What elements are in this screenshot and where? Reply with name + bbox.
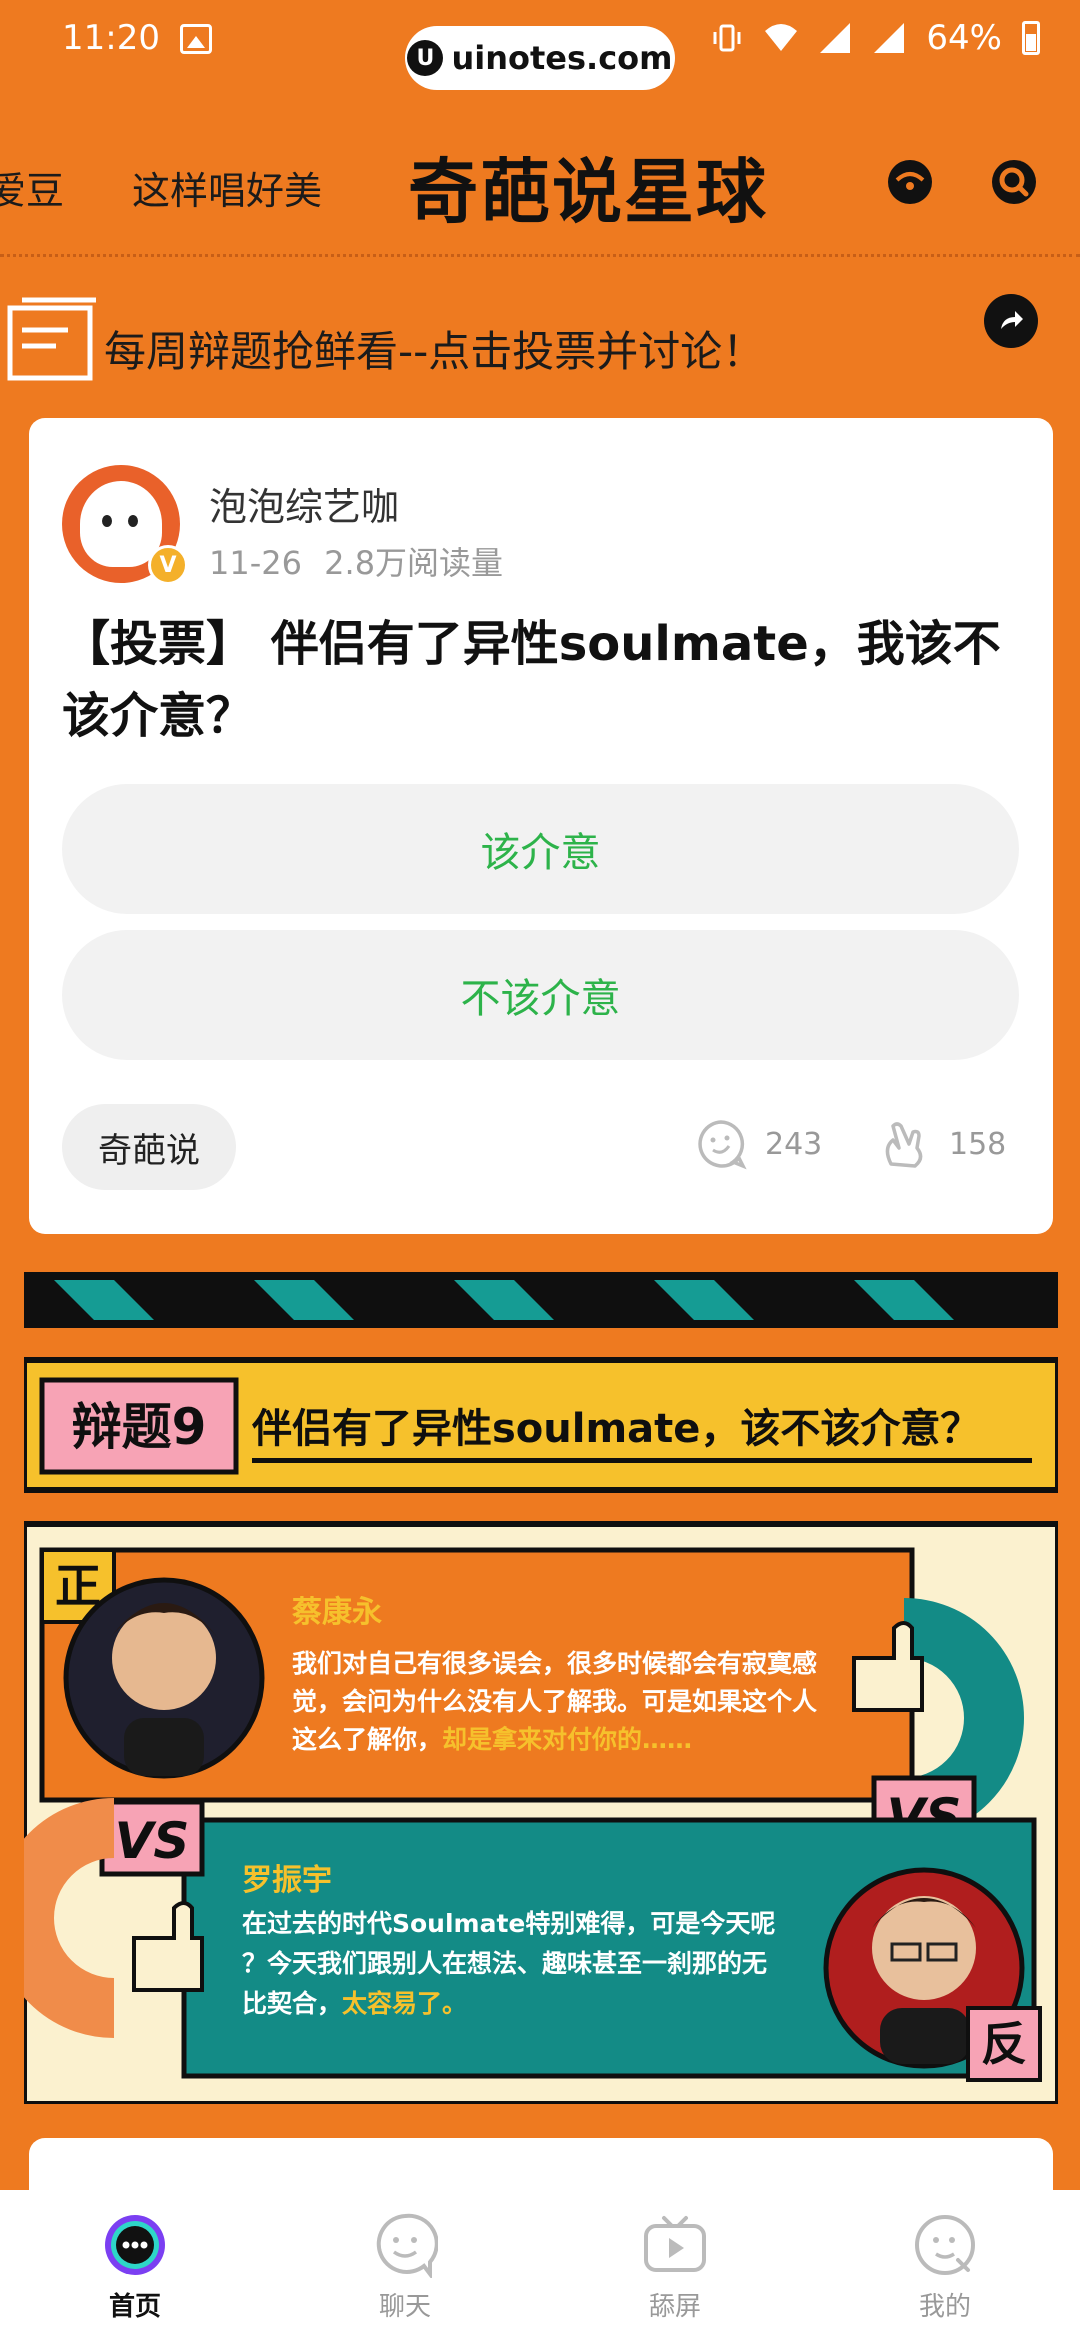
- chat-ghost-icon: [376, 2213, 438, 2278]
- avatar[interactable]: V: [62, 465, 188, 585]
- nav-label: 我的: [918, 2292, 971, 2322]
- nav-profile[interactable]: 我的: [810, 2190, 1080, 2340]
- notice-text: 每周辩题抢鲜看--点击投票并讨论！: [104, 327, 765, 376]
- comment-stat[interactable]: 243: [695, 1118, 822, 1170]
- con-quote-highlight: 太容易了。: [342, 1989, 467, 2018]
- svg-text:比契合，太容易了。: 比契合，太容易了。: [242, 1989, 467, 2018]
- verified-badge-icon: V: [148, 545, 188, 585]
- post-card[interactable]: V 泡泡综艺咖 11-26 2.8万阅读量 【投票】 伴侣有了异性soulmat…: [29, 418, 1053, 1234]
- url-text: uinotes.com: [451, 39, 673, 77]
- status-bar: 11:20 U uinotes.com 64%: [0, 0, 1080, 90]
- post-title[interactable]: 【投票】 伴侣有了异性soulmate，我该不该介意？: [62, 608, 1022, 752]
- battery-icon: [1022, 21, 1040, 55]
- document-icon: [7, 297, 96, 381]
- top-header: 爱豆 这样唱好美 奇葩说星球: [0, 110, 1080, 233]
- avatar-eye: [102, 515, 112, 527]
- notice-bar[interactable]: 每周辩题抢鲜看--点击投票并讨论！: [0, 286, 1080, 386]
- status-icons: 64%: [710, 18, 1040, 58]
- profile-face-icon: [915, 2215, 975, 2275]
- bottom-nav: 首页 聊天 舔屏 我的: [0, 2190, 1080, 2340]
- vote-option-should-not-mind[interactable]: 不该介意: [62, 930, 1019, 1060]
- search-icon[interactable]: [990, 158, 1038, 206]
- pro-quote-line: 我们对自己有很多误会，很多时候都会有寂寞感: [292, 1649, 817, 1678]
- post-date: 11-26: [209, 544, 302, 582]
- tv-play-icon: [644, 2216, 706, 2272]
- header-divider: [0, 254, 1080, 258]
- vs-mark-left: VS: [115, 1812, 190, 1870]
- comment-count: 243: [765, 1126, 823, 1162]
- nav-home[interactable]: 首页: [0, 2190, 270, 2340]
- tag-chip[interactable]: 奇葩说: [62, 1104, 236, 1190]
- vote-option-should-mind[interactable]: 该介意: [62, 784, 1019, 914]
- wifi-icon: [765, 24, 798, 51]
- topic-badge: 辩题9: [72, 1398, 207, 1456]
- vibrate-icon: [713, 24, 741, 52]
- app-title: 奇葩说星球: [408, 151, 768, 233]
- battery-percent: 64%: [926, 18, 1002, 58]
- nav-label: 舔屏: [648, 2292, 701, 2322]
- tab-sing[interactable]: 这样唱好美: [132, 160, 322, 215]
- author-name[interactable]: 泡泡综艺咖: [209, 476, 399, 531]
- nav-watch[interactable]: 舔屏: [540, 2190, 810, 2340]
- topic-text: 伴侣有了异性soulmate，该不该介意？: [251, 1406, 980, 1452]
- con-mark: 反: [981, 2017, 1027, 2071]
- nav-chat[interactable]: 聊天: [270, 2190, 540, 2340]
- con-quote-line: ？今天我们跟别人在想法、趣味甚至一刹那的无: [242, 1949, 767, 1978]
- url-pill: U uinotes.com: [405, 26, 675, 90]
- signal-icon-2: [874, 23, 905, 53]
- like-stat[interactable]: 158: [879, 1118, 1006, 1170]
- debate-banner-image[interactable]: 辩题9 伴侣有了异性soulmate，该不该介意？ 正 蔡康永 我们对自己有很多…: [24, 1268, 1058, 2104]
- emoji-icon[interactable]: [886, 158, 934, 206]
- con-quote-line: 比契合，: [242, 1989, 342, 2018]
- con-name: 罗振宇: [242, 1863, 332, 1898]
- image-notification-icon: [180, 24, 212, 54]
- nav-label: 首页: [108, 2292, 161, 2322]
- pro-mark: 正: [55, 1559, 101, 1613]
- avatar-eye: [128, 515, 138, 527]
- comment-face-icon: [698, 1120, 747, 1170]
- pro-quote-line: 这么了解你，: [292, 1725, 442, 1754]
- pro-quote-highlight: 却是拿来对付你的……: [442, 1725, 692, 1754]
- post-views: 2.8万阅读量: [324, 544, 504, 582]
- pro-name: 蔡康永: [292, 1595, 382, 1630]
- nav-label: 聊天: [378, 2292, 431, 2322]
- signal-icon: [820, 23, 851, 53]
- like-count: 158: [949, 1126, 1007, 1162]
- con-quote-line: 在过去的时代Soulmate特别难得，可是今天呢: [242, 1909, 775, 1938]
- uinotes-logo-icon: U: [407, 40, 444, 76]
- post-meta: 11-26 2.8万阅读量: [209, 538, 503, 584]
- tab-idol[interactable]: 爱豆: [0, 160, 64, 215]
- home-chat-bubble-icon: [105, 2215, 165, 2275]
- heart-fingers-icon: [885, 1122, 923, 1168]
- status-time: 11:20: [62, 18, 160, 58]
- pro-quote-line: 觉，会问为什么没有人了解我。可是如果这个人: [292, 1687, 817, 1716]
- svg-text:这么了解你，却是拿来对付你的……: 这么了解你，却是拿来对付你的……: [292, 1725, 692, 1754]
- share-arrow-icon[interactable]: [984, 294, 1038, 348]
